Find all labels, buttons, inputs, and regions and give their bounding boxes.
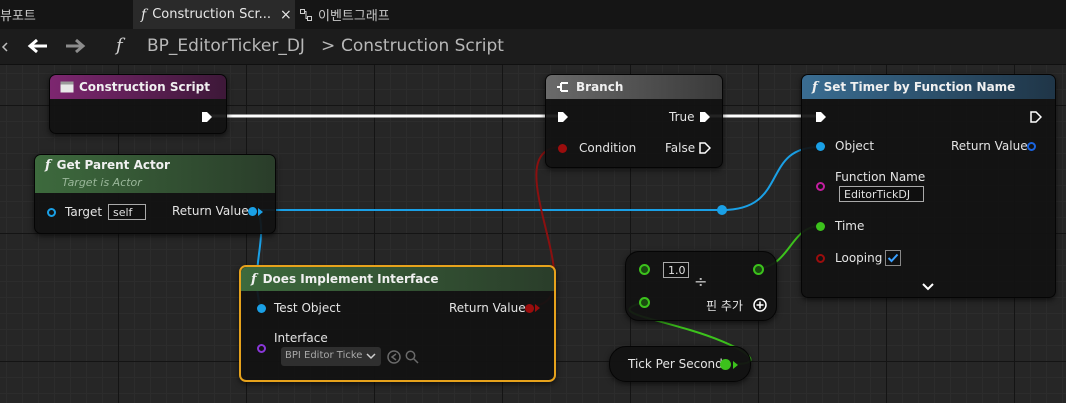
node-construction-script[interactable]: Construction Script: [49, 74, 227, 134]
interface-select[interactable]: BPI Editor Ticke: [281, 347, 381, 366]
node-divide[interactable]: 1.0 ÷ 핀 추가: [625, 251, 777, 321]
object-label: Object: [835, 139, 875, 153]
node-tick-per-second[interactable]: Tick Per Second: [609, 346, 751, 382]
return-value-label: Return Value: [449, 301, 526, 315]
return-value-label: Return Value: [172, 204, 249, 218]
exec-out-pin[interactable]: [201, 111, 213, 123]
test-object-pin[interactable]: [257, 304, 266, 313]
function-icon: f: [251, 271, 257, 287]
node-header: Construction Script: [50, 75, 226, 99]
test-object-label: Test Object: [274, 301, 341, 315]
function-name-pin[interactable]: [816, 182, 825, 191]
function-icon: f: [45, 158, 51, 173]
expand-advanced-chevron-icon[interactable]: [922, 283, 934, 291]
node-subtitle: Target is Actor: [62, 176, 142, 189]
wire-reroute-knot: [717, 205, 727, 215]
node-set-timer-by-function-name[interactable]: f Set Timer by Function Name Object Retu…: [801, 74, 1056, 298]
exec-in-pin[interactable]: [557, 111, 569, 123]
return-value-label: Return Value: [951, 139, 1028, 153]
chevron-down-icon: [366, 353, 376, 360]
interface-label: Interface: [274, 331, 328, 345]
function-name-label: Function Name: [835, 170, 926, 184]
target-value[interactable]: self: [108, 204, 146, 220]
branch-icon: [557, 82, 568, 92]
pin-arrow-icon: [535, 304, 540, 312]
time-pin[interactable]: [816, 222, 825, 231]
add-pin-icon[interactable]: [753, 298, 767, 312]
divide-input-a-pin[interactable]: [639, 264, 650, 275]
use-selected-asset-icon[interactable]: [387, 350, 401, 364]
node-title: Does Implement Interface: [262, 272, 439, 286]
object-pin[interactable]: [816, 142, 825, 151]
divide-input-a-value[interactable]: 1.0: [663, 262, 689, 278]
node-title: Construction Script: [79, 80, 210, 94]
add-pin-label[interactable]: 핀 추가: [706, 297, 743, 314]
interface-pin[interactable]: [257, 344, 266, 353]
node-header: Branch: [546, 75, 722, 99]
return-value-pin[interactable]: [525, 304, 534, 313]
checkmark-icon: [887, 253, 899, 263]
variable-label: Tick Per Second: [628, 357, 723, 371]
false-exec-pin[interactable]: [699, 142, 711, 154]
function-name-input[interactable]: EditorTickDJ: [839, 186, 924, 202]
construction-script-icon: [60, 81, 74, 93]
exec-out-pin[interactable]: [1030, 111, 1042, 123]
condition-label: Condition: [579, 141, 637, 155]
function-icon: f: [812, 79, 818, 95]
looping-label: Looping: [835, 251, 883, 265]
node-title: Get Parent Actor: [56, 158, 170, 172]
pin-arrow-icon: [733, 361, 738, 369]
true-exec-pin[interactable]: [699, 111, 711, 123]
node-get-parent-actor[interactable]: f Get Parent Actor Target is Actor Targe…: [34, 154, 276, 234]
node-does-implement-interface[interactable]: f Does Implement Interface Test Object R…: [239, 265, 556, 382]
node-title: Set Timer by Function Name: [823, 80, 1016, 94]
false-label: False: [665, 141, 696, 155]
variable-output-pin[interactable]: [720, 359, 731, 370]
node-header: f Set Timer by Function Name: [802, 75, 1055, 99]
node-header: f Does Implement Interface: [241, 267, 554, 291]
node-branch[interactable]: Branch True Condition False: [545, 74, 723, 168]
pin-arrow-icon: [258, 208, 263, 216]
looping-checkbox[interactable]: [885, 250, 901, 266]
return-value-pin[interactable]: [1027, 142, 1036, 151]
divide-output-pin[interactable]: [753, 264, 764, 275]
target-label: Target: [65, 205, 103, 219]
browse-search-icon[interactable]: [405, 350, 419, 364]
true-label: True: [669, 110, 695, 124]
divide-input-b-pin[interactable]: [639, 297, 650, 308]
condition-pin[interactable]: [558, 144, 567, 153]
looping-pin[interactable]: [816, 254, 825, 263]
return-value-pin[interactable]: [248, 207, 257, 216]
node-title: Branch: [576, 80, 624, 94]
target-pin[interactable]: [47, 208, 56, 217]
interface-select-value: BPI Editor Ticke: [285, 350, 363, 361]
divide-operator: ÷: [694, 272, 708, 291]
time-label: Time: [835, 219, 865, 233]
exec-in-pin[interactable]: [815, 111, 827, 123]
